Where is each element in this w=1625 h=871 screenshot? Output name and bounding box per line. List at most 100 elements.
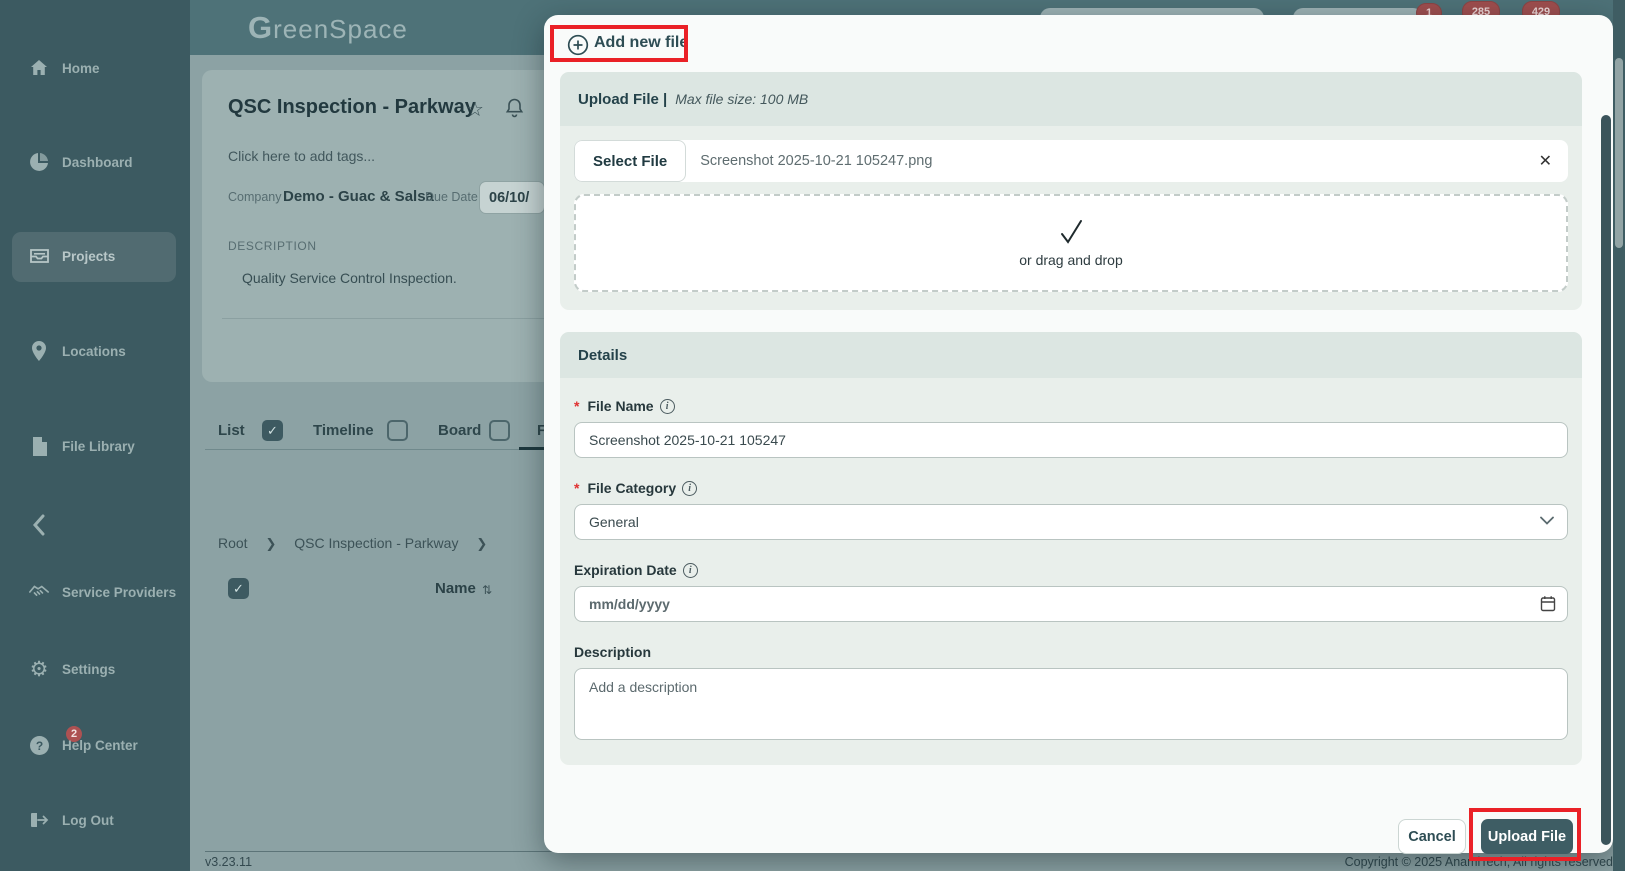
svg-text:?: ? bbox=[35, 739, 42, 753]
select-file-button[interactable]: Select File bbox=[574, 140, 686, 182]
card-divider bbox=[222, 318, 544, 319]
sort-icon[interactable]: ⇅ bbox=[482, 583, 492, 597]
breadcrumb-project[interactable]: QSC Inspection - Parkway bbox=[294, 535, 458, 551]
due-date-field[interactable]: 06/10/ bbox=[479, 181, 545, 214]
upload-section-header: Upload File | Max file size: 100 MB bbox=[560, 72, 1582, 126]
sidebar-item-home[interactable]: Home bbox=[0, 48, 190, 88]
file-name-label: * File Name i bbox=[574, 398, 1568, 414]
file-category-select[interactable]: General bbox=[574, 504, 1568, 540]
company-label: Company bbox=[228, 190, 282, 204]
sidebar-item-label: Help Center bbox=[62, 738, 138, 753]
calendar-icon[interactable] bbox=[1540, 595, 1556, 612]
modal-scrollbar-thumb[interactable] bbox=[1601, 115, 1611, 845]
home-icon bbox=[28, 57, 50, 79]
tab-board-label[interactable]: Board bbox=[438, 422, 481, 439]
upload-section-title: Upload File | bbox=[578, 91, 667, 108]
sidebar-item-label: Service Providers bbox=[62, 585, 176, 600]
sidebar-item-label: Projects bbox=[62, 249, 115, 264]
select-all-checkbox[interactable]: ✓ bbox=[228, 578, 249, 599]
tab-timeline-checkbox[interactable] bbox=[387, 420, 408, 441]
gear-icon: ⚙ bbox=[28, 658, 50, 680]
required-asterisk: * bbox=[574, 398, 579, 414]
expiration-date-label-text: Expiration Date bbox=[574, 562, 677, 578]
info-icon[interactable]: i bbox=[660, 399, 675, 414]
annotation-box-add-new-file bbox=[550, 25, 688, 62]
remove-file-icon[interactable]: ✕ bbox=[1539, 151, 1552, 171]
favorite-star-icon[interactable]: ☆ bbox=[466, 97, 484, 122]
add-new-file-modal: Add new file Upload File | Max file size… bbox=[544, 15, 1613, 853]
location-pin-icon bbox=[28, 340, 50, 362]
sidebar-item-log-out[interactable]: Log Out bbox=[0, 800, 190, 840]
logo-glyph: G bbox=[248, 10, 273, 45]
breadcrumb-root[interactable]: Root bbox=[218, 535, 248, 551]
tabs-underline bbox=[205, 449, 545, 450]
description-group: Description bbox=[574, 644, 1568, 745]
selected-filename: Screenshot 2025-10-21 105247.png bbox=[700, 153, 1538, 169]
checkmark-icon bbox=[1054, 218, 1088, 246]
sidebar-item-label: Log Out bbox=[62, 813, 114, 828]
logout-icon bbox=[28, 809, 50, 831]
upload-file-section: Upload File | Max file size: 100 MB Sele… bbox=[560, 72, 1582, 310]
page-scrollbar-thumb[interactable] bbox=[1615, 58, 1623, 248]
breadcrumb: Root ❯ QSC Inspection - Parkway ❯ bbox=[218, 535, 501, 552]
details-section-title: Details bbox=[578, 347, 627, 364]
bell-icon[interactable] bbox=[505, 97, 524, 118]
sidebar-item-file-library[interactable]: File Library bbox=[0, 426, 190, 466]
expiration-date-label: Expiration Date i bbox=[574, 562, 1568, 578]
chevron-right-icon: ❯ bbox=[265, 536, 276, 551]
file-category-label-text: File Category bbox=[587, 480, 676, 496]
info-icon[interactable]: i bbox=[683, 563, 698, 578]
expiration-date-input[interactable] bbox=[574, 586, 1568, 622]
help-question-icon: ? 2 bbox=[28, 734, 50, 756]
details-fields: * File Name i * File Category i General bbox=[560, 378, 1582, 765]
file-category-label: * File Category i bbox=[574, 480, 1568, 496]
file-name-input[interactable] bbox=[574, 422, 1568, 458]
file-category-group: * File Category i General bbox=[574, 480, 1568, 540]
description-textarea[interactable] bbox=[574, 668, 1568, 740]
file-name-label-text: File Name bbox=[587, 398, 653, 414]
sidebar-item-label: Locations bbox=[62, 344, 126, 359]
required-asterisk: * bbox=[574, 480, 579, 496]
active-tab-indicator bbox=[519, 447, 545, 450]
sidebar-item-help-center[interactable]: ? 2 Help Center bbox=[0, 725, 190, 765]
add-tags-placeholder[interactable]: Click here to add tags... bbox=[228, 148, 375, 164]
info-icon[interactable]: i bbox=[682, 481, 697, 496]
file-icon bbox=[28, 435, 50, 457]
sidebar-item-label: Home bbox=[62, 61, 100, 76]
sidebar-item-projects[interactable]: Projects bbox=[0, 236, 190, 276]
dashboard-pie-icon bbox=[28, 151, 50, 173]
logo-text: reenSpace bbox=[273, 14, 408, 44]
chevron-down-icon bbox=[1540, 516, 1554, 525]
tab-list-label[interactable]: List bbox=[218, 422, 245, 439]
handshake-icon bbox=[28, 581, 50, 603]
sidebar-item-locations[interactable]: Locations bbox=[0, 331, 190, 371]
description-label-text: Description bbox=[574, 644, 651, 660]
project-title: QSC Inspection - Parkway bbox=[228, 96, 476, 119]
description-label: Description bbox=[574, 644, 1568, 660]
company-value: Demo - Guac & Salsa bbox=[283, 188, 434, 205]
chevron-right-icon: ❯ bbox=[476, 536, 487, 551]
sidebar-item-dashboard[interactable]: Dashboard bbox=[0, 142, 190, 182]
projects-inbox-icon bbox=[28, 245, 50, 267]
tab-timeline-label[interactable]: Timeline bbox=[313, 422, 374, 439]
project-description-text: Quality Service Control Inspection. bbox=[242, 270, 457, 286]
sidebar-item-settings[interactable]: ⚙ Settings bbox=[0, 649, 190, 689]
annotation-box-upload-file bbox=[1469, 808, 1581, 861]
chevron-left-icon bbox=[28, 514, 50, 536]
sidebar-collapse-button[interactable] bbox=[0, 505, 190, 545]
sidebar-item-label: Dashboard bbox=[62, 155, 133, 170]
tab-board-checkbox[interactable] bbox=[489, 420, 510, 441]
details-section: Details * File Name i * File Category i bbox=[560, 332, 1582, 765]
max-file-size-note: Max file size: 100 MB bbox=[675, 91, 808, 107]
cancel-button[interactable]: Cancel bbox=[1398, 819, 1466, 854]
app-screenshot: GreenSpace 1 285 429 QSC Inspection - Pa… bbox=[0, 0, 1625, 871]
sidebar-nav: Home Dashboard Projects Locations File L… bbox=[0, 0, 190, 871]
table-column-name[interactable]: Name bbox=[435, 580, 476, 597]
tab-list-checkbox[interactable]: ✓ bbox=[262, 420, 283, 441]
sidebar-item-label: File Library bbox=[62, 439, 135, 454]
app-version: v3.23.11 bbox=[205, 855, 252, 869]
drag-drop-hint: or drag and drop bbox=[1019, 252, 1123, 268]
sidebar-item-service-providers[interactable]: Service Providers bbox=[0, 572, 190, 612]
details-section-header: Details bbox=[560, 332, 1582, 378]
drag-drop-zone[interactable]: or drag and drop bbox=[574, 194, 1568, 292]
